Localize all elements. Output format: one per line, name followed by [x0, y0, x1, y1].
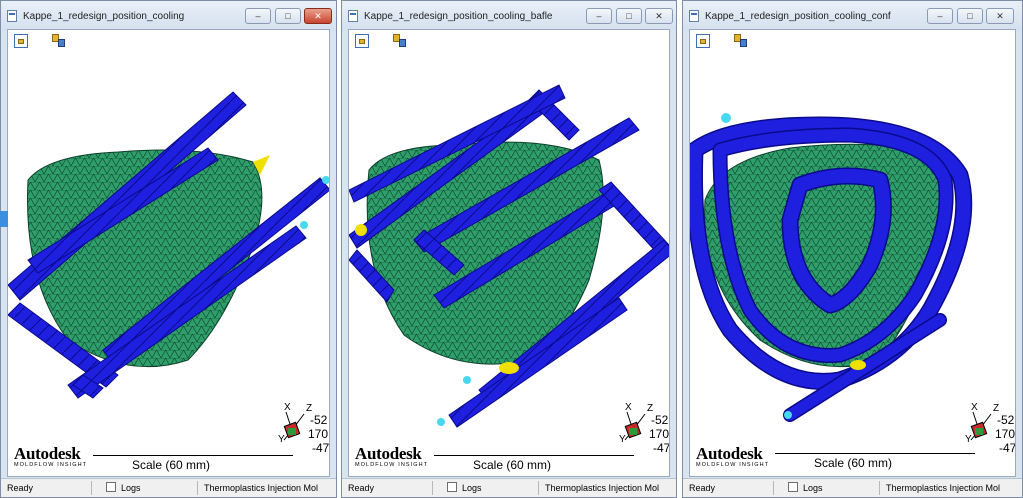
scale-bar [434, 449, 634, 456]
coord-3: -47 [312, 441, 330, 455]
viewport-window-2[interactable]: Kappe_1_redesign_position_cooling_bafle … [341, 0, 677, 498]
axis-x-label: X [284, 402, 291, 413]
coolant-inlet [437, 418, 445, 426]
axis-x-label: X [971, 402, 978, 413]
close-button[interactable]: ✕ [645, 8, 673, 24]
gate-marker [850, 360, 866, 370]
logs-label: Logs [121, 483, 141, 493]
model-viewport[interactable]: X Z Y -52 170 -47 Autodesk MOLDFLOW INSI… [7, 29, 330, 477]
coord-1: -52 [310, 413, 328, 427]
axis-x-label: X [625, 402, 632, 413]
scale-label: Scale (60 mm) [473, 458, 552, 472]
autodesk-logo: Autodesk MOLDFLOW INSIGHT [696, 444, 770, 468]
axis-y-label: Y [619, 434, 626, 445]
minimize-button[interactable]: – [586, 8, 612, 24]
logs-checkbox[interactable] [106, 482, 116, 492]
scale-label: Scale (60 mm) [132, 458, 211, 472]
maximize-button[interactable]: □ [616, 8, 642, 24]
coolant-inlet [463, 376, 471, 384]
status-ready: Ready [7, 483, 34, 493]
coord-2: 170 [308, 427, 329, 441]
logs-label: Logs [462, 483, 482, 493]
status-separator [879, 481, 880, 495]
orientation-triad: X Z Y -52 170 -47 [619, 402, 670, 455]
status-separator [197, 481, 198, 495]
coord-3: -47 [653, 441, 670, 455]
gate-marker [499, 362, 519, 374]
model-viewport[interactable]: X Z Y -52 170 -47 Autodesk MOLDFLOW INSI… [348, 29, 670, 477]
coord-2: 170 [995, 427, 1016, 441]
viewport-window-1[interactable]: Kappe_1_redesign_position_cooling – □ ✕ [0, 0, 337, 498]
status-separator [432, 481, 433, 495]
autodesk-logo: Autodesk MOLDFLOW INSIGHT [14, 444, 88, 468]
logs-checkbox[interactable] [788, 482, 798, 492]
analysis-mode: Thermoplastics Injection Mol [886, 483, 1001, 493]
axis-y-label: Y [965, 434, 972, 445]
viewport-window-3[interactable]: Kappe_1_redesign_position_cooling_conf –… [682, 0, 1023, 498]
analysis-mode: Thermoplastics Injection Mol [545, 483, 660, 493]
status-separator [773, 481, 774, 495]
analysis-mode: Thermoplastics Injection Mol [204, 483, 319, 493]
coord-3: -47 [999, 441, 1016, 455]
scale-label: Scale (60 mm) [814, 456, 893, 470]
document-icon [689, 10, 699, 22]
axis-y-label: Y [278, 434, 285, 445]
coord-1: -52 [651, 413, 669, 427]
side-dock-tab[interactable] [0, 211, 8, 227]
status-ready: Ready [348, 483, 375, 493]
coord-1: -52 [997, 413, 1015, 427]
window-title: Kappe_1_redesign_position_cooling_conf [705, 11, 891, 22]
minimize-button[interactable]: – [927, 8, 953, 24]
model-viewport[interactable]: X Z Y -52 170 -47 Autodesk MOLDFLOW INSI… [689, 29, 1016, 477]
status-bar: Ready Logs Thermoplastics Injection Mol [683, 478, 1022, 497]
window-title: Kappe_1_redesign_position_cooling_bafle [364, 11, 553, 22]
window-title: Kappe_1_redesign_position_cooling [23, 11, 185, 22]
logs-checkbox[interactable] [447, 482, 457, 492]
title-bar[interactable]: Kappe_1_redesign_position_cooling_bafle … [342, 1, 676, 31]
coord-2: 170 [649, 427, 670, 441]
close-button[interactable]: ✕ [304, 8, 332, 24]
status-ready: Ready [689, 483, 716, 493]
orientation-triad: X Z Y -52 170 -47 [278, 402, 330, 455]
maximize-button[interactable]: □ [957, 8, 983, 24]
logs-label: Logs [803, 483, 823, 493]
minimize-button[interactable]: – [245, 8, 271, 24]
document-icon [7, 10, 17, 22]
title-bar[interactable]: Kappe_1_redesign_position_cooling_conf –… [683, 1, 1022, 31]
close-button[interactable]: ✕ [986, 8, 1014, 24]
status-bar: Ready Logs Thermoplastics Injection Mol [342, 478, 676, 497]
maximize-button[interactable]: □ [275, 8, 301, 24]
coolant-inlet [784, 411, 792, 419]
title-bar[interactable]: Kappe_1_redesign_position_cooling – □ ✕ [1, 1, 336, 31]
status-separator [538, 481, 539, 495]
status-bar: Ready Logs Thermoplastics Injection Mol [1, 478, 336, 497]
coolant-inlet [721, 113, 731, 123]
document-icon [348, 10, 358, 22]
status-separator [91, 481, 92, 495]
scale-bar [93, 449, 293, 456]
scale-bar [775, 447, 975, 454]
autodesk-logo: Autodesk MOLDFLOW INSIGHT [355, 444, 429, 468]
